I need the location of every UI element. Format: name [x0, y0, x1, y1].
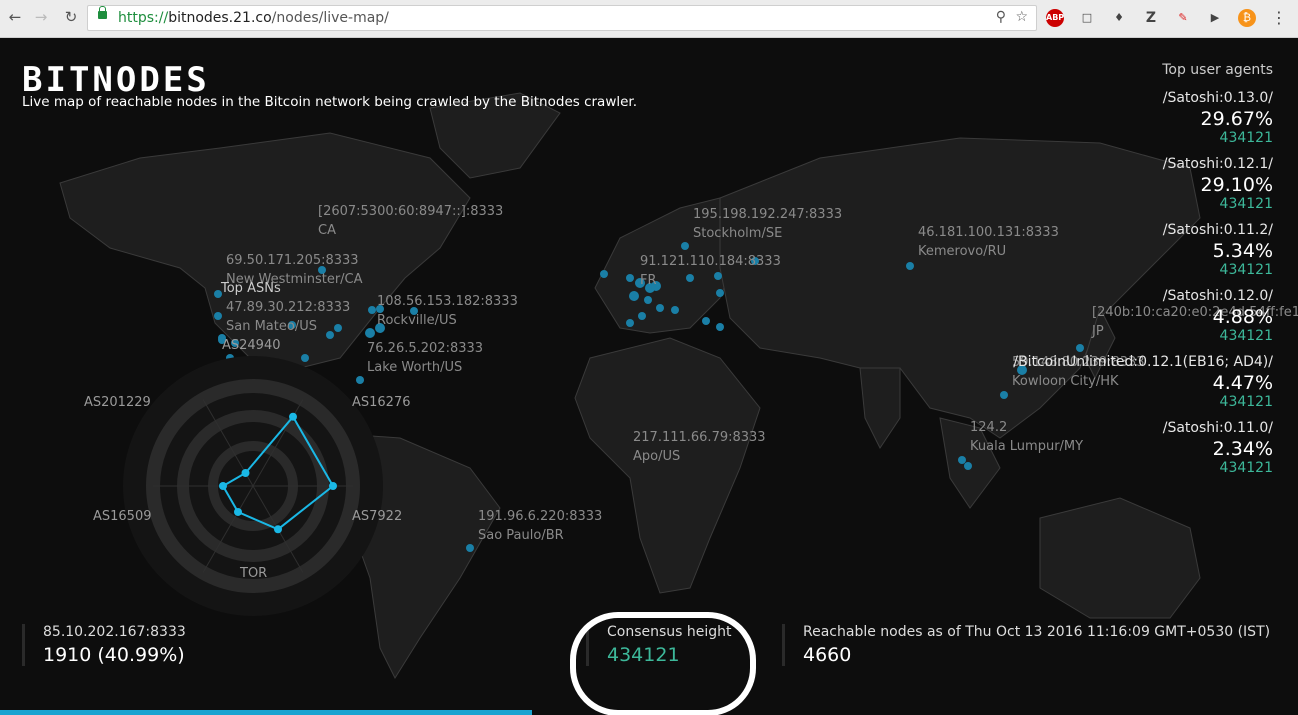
node-label: [2607:5300:60:8947::]:8333 CA [318, 204, 504, 238]
radar-point [219, 482, 227, 490]
asn-axis-label: AS7922 [352, 509, 403, 524]
reachable-panel: Reachable nodes as of Thu Oct 13 2016 11… [782, 624, 1270, 666]
agent-item: /Satoshi:0.12.1/29.10% 434121 [973, 156, 1273, 212]
agent-name: /Satoshi:0.11.0/ [1162, 420, 1273, 436]
lock-icon [98, 6, 107, 19]
top-user-agents: Top user agents /Satoshi:0.13.0/29.67% 43… [973, 62, 1273, 486]
node-label: 108.56.153.182:8333 Rockville/US [377, 294, 518, 328]
hand-drawn-highlight [570, 612, 756, 715]
pen-icon[interactable]: ✎ [1174, 9, 1192, 27]
australia-shape [1039, 497, 1201, 619]
crawl-progress-bar [0, 710, 533, 715]
agent-height: 434121 [1219, 394, 1273, 410]
audio-icon[interactable]: ▶ [1206, 9, 1224, 27]
url-text[interactable]: https://bitnodes.21.co/nodes/live-map/ [118, 10, 389, 26]
agent-percent: 2.34% [1212, 438, 1273, 460]
node-label: 47.89.30.212:8333 San Mateo/US [226, 300, 351, 334]
agent-height: 434121 [1219, 460, 1273, 476]
evernote-icon[interactable]: ♦ [1110, 9, 1128, 27]
radar-point [241, 469, 250, 478]
node-label: 91.121.110.184:8333 FR [640, 254, 781, 288]
agent-item: /Satoshi:0.12.0/4.88% 434121 [973, 288, 1273, 344]
agent-name: /Satoshi:0.12.0/ [1162, 288, 1273, 304]
agent-name: /Satoshi:0.11.2/ [1162, 222, 1273, 238]
agent-percent: 4.88% [1212, 306, 1273, 328]
reload-icon[interactable]: ↻ [60, 8, 82, 26]
selected-node-panel: 85.10.202.167:8333 1910 (40.99%) [22, 624, 186, 666]
asn-axis-label: TOR [240, 566, 268, 581]
menu-icon[interactable]: ⋮ [1270, 9, 1288, 27]
india-shape [859, 367, 901, 449]
asn-radar-title: Top ASNs [221, 281, 281, 296]
agent-item: /Satoshi:0.13.0/29.67% 434121 [973, 90, 1273, 146]
agent-item: /Satoshi:0.11.0/2.34% 434121 [973, 420, 1273, 476]
radar-point [289, 412, 297, 421]
agent-height: 434121 [1219, 196, 1273, 212]
agent-height: 434121 [1219, 262, 1273, 278]
asn-axis-label: AS201229 [84, 395, 151, 410]
radar-point [234, 507, 242, 516]
node-label: 195.198.192.247:8333 Stockholm/SE [693, 207, 843, 241]
agent-height: 434121 [1219, 328, 1273, 344]
agents-title: Top user agents [1162, 62, 1273, 78]
agent-percent: 5.34% [1212, 240, 1273, 262]
selected-node-count: 1910 (40.99%) [43, 644, 185, 666]
bitcoin-icon[interactable]: ₿ [1238, 9, 1256, 27]
agent-item: /Satoshi:0.11.2/5.34% 434121 [973, 222, 1273, 278]
z-extension-icon[interactable]: Z [1142, 9, 1160, 27]
radar-point [274, 525, 282, 534]
agent-name: /BitcoinUnlimited:0.12.1(EB16; AD4)/ [1013, 354, 1273, 370]
bookmark-star-icon[interactable]: ☆ [1015, 9, 1028, 25]
agent-height: 434121 [1219, 130, 1273, 146]
forward-icon[interactable]: → [30, 8, 52, 26]
radar-point [329, 482, 337, 490]
address-bar[interactable]: https://bitnodes.21.co/nodes/live-map/ ⚲… [87, 5, 1037, 31]
tagline: Live map of reachable nodes in the Bitco… [22, 94, 638, 110]
agent-item: /BitcoinUnlimited:0.12.1(EB16; AD4)/ 4.47… [973, 354, 1273, 410]
asn-axis-label: AS16509 [93, 509, 152, 524]
reachable-label: Reachable nodes as of Thu Oct 13 2016 11… [803, 624, 1271, 640]
asn-axis-label: AS24940 [222, 338, 281, 353]
zoom-icon[interactable]: ⚲ [996, 9, 1006, 25]
agent-name: /Satoshi:0.12.1/ [1162, 156, 1273, 172]
pocket-icon[interactable]: □ [1078, 9, 1096, 27]
adblock-icon[interactable]: ABP [1046, 9, 1064, 27]
agent-name: /Satoshi:0.13.0/ [1162, 90, 1273, 106]
reachable-value: 4660 [803, 644, 852, 666]
agent-percent: 29.67% [1200, 108, 1273, 130]
agent-percent: 4.47% [1212, 372, 1273, 394]
live-map-page: BITNODES Live map of reachable nodes in … [0, 38, 1298, 715]
selected-node-address: 85.10.202.167:8333 [43, 624, 186, 640]
browser-toolbar: ← → ↻ https://bitnodes.21.co/nodes/live-… [0, 0, 1298, 38]
node-label: 217.111.66.79:8333 Apo/US [633, 430, 766, 464]
back-icon[interactable]: ← [4, 8, 26, 26]
asn-axis-label: AS16276 [352, 395, 411, 410]
agent-percent: 29.10% [1200, 174, 1273, 196]
node-label: 191.96.6.220:8333 Sao Paulo/BR [478, 509, 603, 543]
node-label: 76.26.5.202:8333 Lake Worth/US [367, 341, 484, 375]
